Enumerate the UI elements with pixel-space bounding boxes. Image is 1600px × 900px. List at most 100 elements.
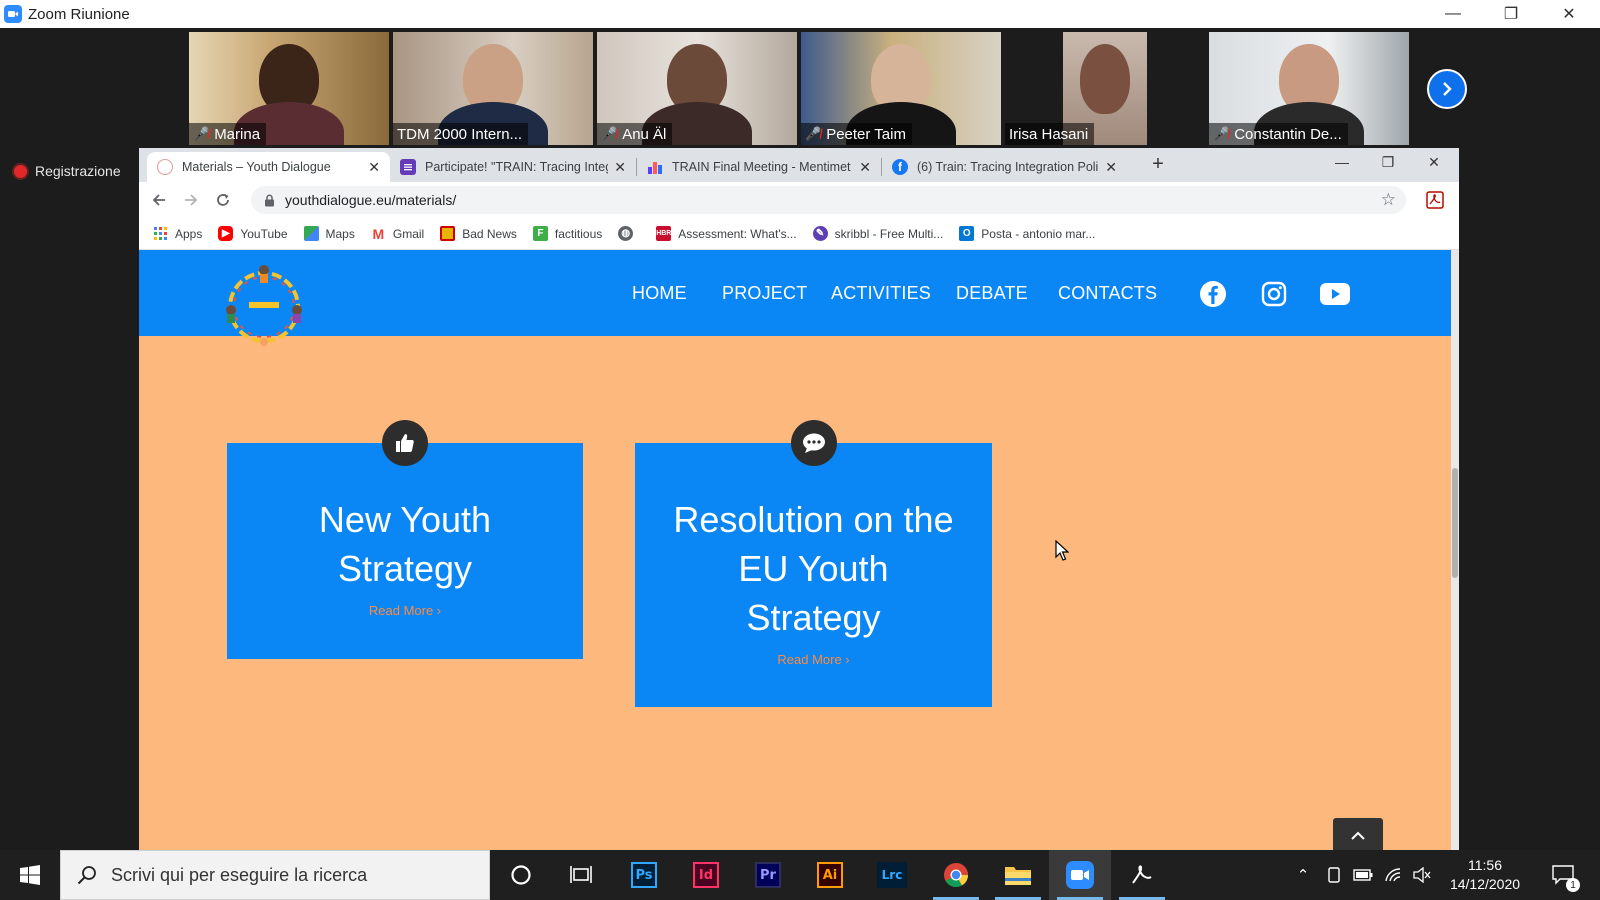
- task-view-button[interactable]: [550, 850, 612, 900]
- volume-muted-icon[interactable]: [1411, 864, 1433, 886]
- cortana-icon: [511, 865, 531, 885]
- device-icon[interactable]: [1323, 864, 1345, 886]
- taskbar-app-zoom[interactable]: [1049, 850, 1111, 900]
- facebook-icon[interactable]: [1199, 280, 1227, 308]
- scrollbar-thumb[interactable]: [1452, 468, 1458, 578]
- bookmark-youtube[interactable]: ▶ YouTube: [218, 226, 288, 241]
- participant-tile[interactable]: 🎤̸ Peeter Taim: [801, 32, 1001, 145]
- participant-tile-active-speaker[interactable]: TDM 2000 Intern...: [393, 32, 593, 145]
- participant-name: Anu Äl: [622, 125, 667, 143]
- tab-strip: Materials – Youth Dialogue ✕ Participate…: [139, 148, 1459, 182]
- bookmark-apps[interactable]: Apps: [153, 226, 202, 241]
- search-icon: [77, 866, 96, 885]
- bookmark-maps[interactable]: Maps: [303, 226, 355, 241]
- close-tab-icon[interactable]: ✕: [859, 159, 871, 176]
- bookmark-bad-news[interactable]: Bad News: [440, 226, 517, 241]
- address-bar[interactable]: youthdialogue.eu/materials/ ☆: [251, 186, 1406, 214]
- notifications-button[interactable]: 1: [1548, 864, 1580, 892]
- tab-mentimeter[interactable]: TRAIN Final Meeting - Mentimet ✕: [637, 152, 881, 182]
- material-card-resolution-eu-youth-strategy[interactable]: Resolution on the EU Youth Strategy Read…: [635, 443, 992, 707]
- participant-tile[interactable]: 🎤̸ Constantin De...: [1209, 32, 1409, 145]
- forms-favicon: [400, 159, 416, 175]
- mic-muted-icon: 🎤̸: [805, 126, 822, 141]
- back-button[interactable]: [147, 188, 171, 212]
- bookmark-star-icon[interactable]: ☆: [1381, 190, 1396, 210]
- restore-window-button[interactable]: ❐: [1482, 0, 1540, 28]
- show-hidden-icons-button[interactable]: ⌃: [1292, 864, 1314, 886]
- clock-date: 14/12/2020: [1449, 876, 1521, 892]
- tab-materials-youth-dialogue[interactable]: Materials – Youth Dialogue ✕: [147, 152, 390, 182]
- material-card-new-youth-strategy[interactable]: New Youth Strategy Read More ›: [227, 443, 583, 659]
- badnews-icon: [440, 226, 456, 241]
- taskbar-app-lightroom[interactable]: Lrc: [861, 850, 923, 900]
- youth-dialogue-logo[interactable]: [225, 260, 303, 346]
- zoom-titlebar: Zoom Riunione — ❐ ✕: [0, 0, 1600, 28]
- close-tab-icon[interactable]: ✕: [368, 159, 380, 176]
- thumbs-up-icon: [382, 420, 428, 466]
- recording-indicator[interactable]: Registrazione: [14, 163, 121, 179]
- bookmark-globe[interactable]: ◍: [618, 226, 640, 241]
- opera-extension-icon[interactable]: [1457, 190, 1459, 210]
- youtube-icon[interactable]: [1319, 280, 1351, 308]
- instagram-icon[interactable]: [1260, 280, 1288, 308]
- battery-icon[interactable]: [1352, 864, 1374, 886]
- participant-tile[interactable]: Irisa Hasani: [1005, 32, 1205, 145]
- bookmark-assessment[interactable]: HBR Assessment: What's...: [656, 226, 797, 241]
- nav-activities[interactable]: ACTIVITIES: [831, 283, 931, 304]
- page-scrollbar[interactable]: [1451, 250, 1459, 850]
- nav-contacts[interactable]: CONTACTS: [1058, 283, 1157, 304]
- browser-restore-button[interactable]: ❐: [1365, 148, 1411, 176]
- mouse-cursor-icon: [1055, 540, 1069, 561]
- participant-tile[interactable]: 🎤̸ Anu Äl: [597, 32, 797, 145]
- chat-bubble-icon: [791, 420, 837, 466]
- notification-count-badge: 1: [1566, 878, 1580, 892]
- factitious-icon: F: [532, 226, 548, 241]
- forward-button[interactable]: [179, 188, 203, 212]
- read-more-link[interactable]: Read More ›: [777, 652, 849, 667]
- nav-project[interactable]: PROJECT: [722, 283, 807, 304]
- bookmark-factitious[interactable]: F factitious: [532, 226, 602, 241]
- arrow-right-icon: [185, 194, 198, 206]
- participant-name: Marina: [214, 125, 261, 143]
- reload-icon: [217, 194, 229, 206]
- youthdialogue-favicon: [157, 159, 173, 175]
- system-clock[interactable]: 11:56 14/12/2020: [1440, 856, 1530, 894]
- browser-minimize-button[interactable]: —: [1319, 148, 1365, 176]
- card-title-line: Strategy: [337, 548, 473, 589]
- minimize-window-button[interactable]: —: [1424, 0, 1482, 28]
- acrobat-extension-icon[interactable]: [1425, 190, 1445, 210]
- reload-button[interactable]: [211, 188, 235, 212]
- taskbar-app-file-explorer[interactable]: [987, 850, 1049, 900]
- participant-tile[interactable]: 🎤̸ Marina: [189, 32, 389, 145]
- start-button[interactable]: [0, 850, 60, 900]
- taskbar-app-indesign[interactable]: Id: [675, 850, 737, 900]
- wifi-icon[interactable]: [1382, 864, 1404, 886]
- taskbar-search-box[interactable]: Scrivi qui per eseguire la ricerca: [60, 850, 490, 900]
- bookmarks-bar: Apps ▶ YouTube Maps M Gmail Bad News F f…: [139, 218, 1459, 250]
- new-tab-button[interactable]: +: [1146, 153, 1170, 176]
- close-tab-icon[interactable]: ✕: [614, 159, 626, 176]
- close-tab-icon[interactable]: ✕: [1105, 159, 1117, 176]
- bookmark-posta[interactable]: O Posta - antonio mar...: [959, 226, 1095, 241]
- nav-home[interactable]: HOME: [632, 283, 687, 304]
- close-window-button[interactable]: ✕: [1540, 0, 1598, 28]
- tab-facebook-train[interactable]: f (6) Train: Tracing Integration Poli ✕: [882, 152, 1127, 182]
- taskbar-app-acrobat[interactable]: [1111, 850, 1173, 900]
- clock-time: 11:56: [1468, 857, 1502, 873]
- taskbar-app-illustrator[interactable]: Ai: [799, 850, 861, 900]
- cortana-button[interactable]: [490, 850, 552, 900]
- recording-label: Registrazione: [35, 163, 121, 179]
- browser-close-button[interactable]: ✕: [1411, 148, 1457, 176]
- tab-participate-train[interactable]: Participate! "TRAIN: Tracing Integ ✕: [390, 152, 636, 182]
- nav-debate[interactable]: DEBATE: [956, 283, 1028, 304]
- taskbar-app-chrome[interactable]: [925, 850, 987, 900]
- skribbl-icon: ✎: [812, 226, 828, 241]
- taskbar-app-premiere[interactable]: Pr: [737, 850, 799, 900]
- back-to-top-button[interactable]: [1333, 818, 1383, 850]
- bookmark-gmail[interactable]: M Gmail: [370, 226, 424, 242]
- card-title-line: Strategy: [746, 597, 881, 638]
- next-participants-button[interactable]: [1427, 69, 1467, 109]
- read-more-link[interactable]: Read More ›: [369, 603, 441, 618]
- taskbar-app-photoshop[interactable]: Ps: [613, 850, 675, 900]
- bookmark-skribbl[interactable]: ✎ skribbl - Free Multi...: [812, 226, 943, 241]
